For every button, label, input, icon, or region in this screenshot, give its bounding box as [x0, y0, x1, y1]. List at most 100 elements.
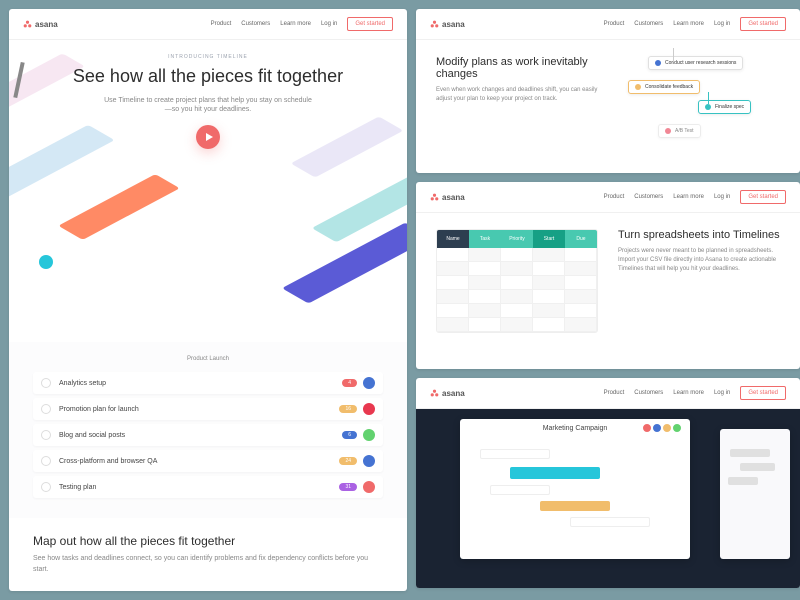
task-checkbox-icon[interactable] [41, 430, 51, 440]
task-row[interactable]: Cross-platform and browser QA 24 [33, 450, 383, 472]
timeline-bar [740, 463, 775, 471]
nav-learn[interactable]: Learn more [673, 21, 704, 27]
brand-name: asana [35, 20, 58, 29]
sheet-header: Priority [501, 230, 533, 248]
task-checkbox-icon[interactable] [41, 378, 51, 388]
avatar [363, 429, 375, 441]
task-name: Blog and social posts [59, 432, 342, 439]
hero-subtitle: Use Timeline to create project plans tha… [103, 96, 313, 116]
task-row[interactable]: Testing plan 31 [33, 476, 383, 498]
dot-icon [635, 84, 641, 90]
task-row[interactable]: Promotion plan for launch 16 [33, 398, 383, 420]
task-name: Cross-platform and browser QA [59, 458, 339, 465]
brand-logo[interactable]: asana [430, 193, 465, 202]
hero-eyebrow: INTRODUCING TIMELINE [29, 54, 387, 60]
task-badge: 24 [339, 457, 357, 465]
brand-name: asana [442, 193, 465, 202]
brand-logo[interactable]: asana [430, 389, 465, 398]
timeline-bar [570, 517, 650, 527]
nav-learn[interactable]: Learn more [280, 21, 311, 27]
asana-logo-icon [430, 20, 439, 29]
avatar [642, 423, 652, 433]
hero-section: INTRODUCING TIMELINE See how all the pie… [9, 40, 407, 342]
flow-label: Consolidate feedback [645, 84, 693, 90]
flow-node: A/B Test [658, 124, 701, 138]
map-out-section: Map out how all the pieces fit together … [9, 518, 407, 591]
avatar [662, 423, 672, 433]
nav-login[interactable]: Log in [321, 21, 337, 27]
section-body: Even when work changes and deadlines shi… [436, 86, 598, 104]
brand-name: asana [442, 20, 465, 29]
nav-customers[interactable]: Customers [241, 21, 270, 27]
timeline-bar [728, 477, 758, 485]
dot-icon [705, 104, 711, 110]
task-row[interactable]: Analytics setup 4 [33, 372, 383, 394]
spreadsheet-illustration: Name Task Priority Start Due [436, 229, 598, 333]
top-nav: asana Product Customers Learn more Log i… [416, 182, 800, 213]
nav-product[interactable]: Product [604, 390, 625, 396]
task-list-section: Product Launch Analytics setup 4 Promoti… [9, 342, 407, 518]
avatar [363, 377, 375, 389]
task-checkbox-icon[interactable] [41, 404, 51, 414]
nav-learn[interactable]: Learn more [673, 390, 704, 396]
timeline-bar [510, 467, 600, 479]
nav-product[interactable]: Product [604, 194, 625, 200]
asana-logo-icon [430, 389, 439, 398]
top-nav: asana Product Customers Learn more Log i… [9, 9, 407, 40]
section-title: Modify plans as work inevitably changes [436, 56, 598, 80]
flow-label: A/B Test [675, 128, 694, 134]
flow-diagram: Conduct user research sessions Consolida… [618, 56, 780, 158]
nav-product[interactable]: Product [211, 21, 232, 27]
task-name: Promotion plan for launch [59, 406, 339, 413]
avatar [672, 423, 682, 433]
task-list-header: Product Launch [33, 356, 383, 362]
task-badge: 4 [342, 379, 357, 387]
timeline-bar [730, 449, 770, 457]
get-started-button[interactable]: Get started [740, 386, 786, 400]
nav-product[interactable]: Product [604, 21, 625, 27]
section-title: Map out how all the pieces fit together [33, 534, 383, 548]
nav-login[interactable]: Log in [714, 194, 730, 200]
play-video-button[interactable] [196, 125, 220, 149]
task-badge: 16 [339, 405, 357, 413]
task-row[interactable]: Blog and social posts 6 [33, 424, 383, 446]
timeline-bar [490, 485, 550, 495]
task-badge: 6 [342, 431, 357, 439]
task-checkbox-icon[interactable] [41, 482, 51, 492]
play-icon [206, 133, 213, 141]
flow-node: Conduct user research sessions [648, 56, 743, 70]
nav-customers[interactable]: Customers [634, 390, 663, 396]
brand-logo[interactable]: asana [430, 20, 465, 29]
get-started-button[interactable]: Get started [740, 17, 786, 31]
hero-title: See how all the pieces fit together [29, 66, 387, 88]
task-name: Testing plan [59, 484, 339, 491]
top-nav: asana Product Customers Learn more Log i… [416, 378, 800, 409]
timeline-bar [540, 501, 610, 511]
nav-login[interactable]: Log in [714, 390, 730, 396]
connector-line [708, 92, 709, 104]
flow-label: Conduct user research sessions [665, 60, 736, 66]
avatar [363, 403, 375, 415]
brand-name: asana [442, 389, 465, 398]
dot-icon [655, 60, 661, 66]
get-started-button[interactable]: Get started [740, 190, 786, 204]
nav-customers[interactable]: Customers [634, 21, 663, 27]
timeline-bar [480, 449, 550, 459]
section-body: See how tasks and deadlines connect, so … [33, 554, 383, 575]
task-badge: 31 [339, 483, 357, 491]
top-nav: asana Product Customers Learn more Log i… [416, 9, 800, 40]
flow-label: Finalize spec [715, 104, 744, 110]
get-started-button[interactable]: Get started [347, 17, 393, 31]
flow-node: Finalize spec [698, 100, 751, 114]
nav-login[interactable]: Log in [714, 21, 730, 27]
brand-logo[interactable]: asana [23, 20, 58, 29]
task-name: Analytics setup [59, 380, 342, 387]
flow-node: Consolidate feedback [628, 80, 700, 94]
task-checkbox-icon[interactable] [41, 456, 51, 466]
nav-learn[interactable]: Learn more [673, 194, 704, 200]
avatar [652, 423, 662, 433]
asana-logo-icon [430, 193, 439, 202]
avatar [363, 481, 375, 493]
sheet-header: Task [469, 230, 501, 248]
nav-customers[interactable]: Customers [634, 194, 663, 200]
